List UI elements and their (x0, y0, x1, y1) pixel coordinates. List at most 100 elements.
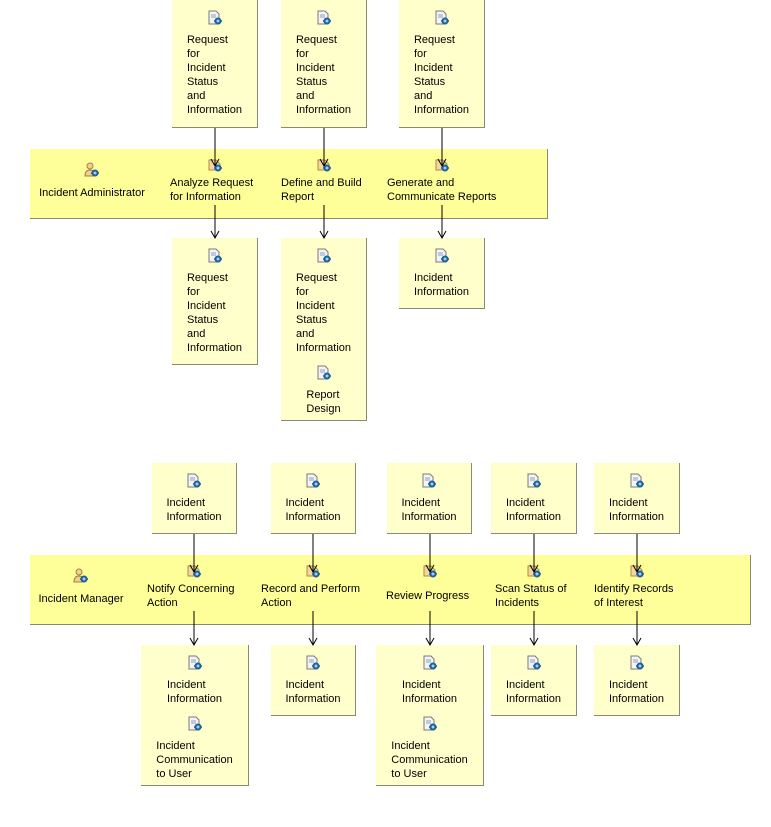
arrow-head (319, 230, 329, 240)
artifact-label: Report Design (306, 389, 341, 415)
artifact-icon (628, 473, 646, 492)
artifact-icon (186, 655, 204, 674)
artifact-label: Request for Incident Status and Informat… (295, 34, 352, 116)
role-label: Incident Administrator (39, 187, 145, 199)
artifact-item[interactable]: Incident Information (271, 473, 355, 524)
activity-label: Scan Status of Incidents (495, 583, 567, 609)
activity-icon (434, 157, 452, 177)
activity-node[interactable]: Analyze Request for Information (170, 157, 253, 204)
output-artifact-box[interactable]: Incident Information (594, 645, 680, 716)
activity-icon (305, 563, 323, 583)
artifact-label: Incident Information (505, 497, 562, 523)
input-artifact-box[interactable]: Incident Information (491, 463, 577, 534)
artifact-item[interactable]: Incident Communication to User (141, 716, 248, 781)
artifact-icon (304, 655, 322, 674)
output-artifact-box[interactable]: Incident Information Incident Communicat… (141, 645, 249, 786)
artifact-icon (186, 716, 204, 735)
artifact-item[interactable]: Request for Incident Status and Informat… (172, 10, 257, 117)
output-artifact-box[interactable]: Incident Information (399, 238, 485, 309)
activity-label: Generate and Communicate Reports (387, 177, 497, 203)
artifact-item[interactable]: Incident Information (399, 248, 484, 299)
artifact-label: Request for Incident Status and Informat… (186, 34, 243, 116)
activity-label: Define and Build Report (281, 177, 362, 203)
artifact-item[interactable]: Incident Communication to User (376, 716, 483, 781)
artifact-icon (206, 10, 224, 29)
artifact-label: Incident Information (413, 272, 470, 298)
role-node[interactable]: Incident Manager (21, 568, 141, 606)
output-artifact-box[interactable]: Request for Incident Status and Informat… (172, 238, 258, 365)
activity-icon (316, 157, 334, 177)
activity-icon (629, 563, 647, 583)
activity-icon (207, 157, 225, 177)
artifact-label: Incident Information (401, 497, 457, 523)
activity-node[interactable]: Record and Perform Action (261, 563, 360, 610)
artifact-icon (421, 655, 439, 674)
activity-node[interactable]: Notify Concerning Action (147, 563, 234, 610)
input-artifact-box[interactable]: Request for Incident Status and Informat… (172, 0, 258, 128)
output-artifact-box[interactable]: Request for Incident Status and Informat… (281, 238, 367, 421)
output-artifact-box[interactable]: Incident Information Incident Communicat… (376, 645, 484, 786)
role-node[interactable]: Incident Administrator (32, 162, 152, 200)
artifact-label: Incident Information (166, 497, 222, 523)
artifact-icon (421, 716, 439, 735)
artifact-label: Incident Communication to User (391, 740, 468, 780)
input-artifact-box[interactable]: Request for Incident Status and Informat… (399, 0, 485, 128)
artifact-item[interactable]: Incident Information (152, 473, 236, 524)
arrow-head (425, 637, 435, 647)
artifact-label: Request for Incident Status and Informat… (413, 34, 470, 116)
activity-icon (526, 563, 544, 583)
artifact-item[interactable]: Incident Information (141, 655, 248, 706)
artifact-label: Incident Information (401, 679, 458, 705)
arrow-head (632, 637, 642, 647)
artifact-icon (525, 655, 543, 674)
artifact-item[interactable]: Request for Incident Status and Informat… (172, 248, 257, 355)
artifact-label: Incident Communication to User (156, 740, 233, 780)
artifact-item[interactable]: Incident Information (271, 655, 355, 706)
artifact-icon (206, 248, 224, 267)
artifact-item[interactable]: Incident Information (594, 473, 679, 524)
artifact-item[interactable]: Request for Incident Status and Informat… (399, 10, 484, 117)
artifact-item[interactable]: Report Design (281, 365, 366, 416)
activity-node[interactable]: Review Progress (386, 563, 469, 603)
artifact-icon (315, 248, 333, 267)
input-artifact-box[interactable]: Request for Incident Status and Informat… (281, 0, 367, 128)
activity-node[interactable]: Scan Status of Incidents (495, 563, 567, 610)
input-artifact-box[interactable]: Incident Information (594, 463, 680, 534)
artifact-item[interactable]: Request for Incident Status and Informat… (281, 10, 366, 117)
artifact-item[interactable]: Incident Information (491, 473, 576, 524)
input-artifact-box[interactable]: Incident Information (271, 463, 356, 534)
artifact-icon (433, 10, 451, 29)
artifact-item[interactable]: Incident Information (376, 655, 483, 706)
arrow-head (437, 230, 447, 240)
artifact-label: Incident Information (166, 679, 223, 705)
artifact-icon (315, 10, 333, 29)
arrow-head (210, 230, 220, 240)
artifact-icon (628, 655, 646, 674)
artifact-item[interactable]: Request for Incident Status and Informat… (281, 248, 366, 355)
role-icon (21, 568, 141, 588)
activity-icon (186, 563, 204, 583)
artifact-label: Incident Information (505, 679, 562, 705)
output-artifact-box[interactable]: Incident Information (491, 645, 577, 716)
activity-node[interactable]: Define and Build Report (281, 157, 362, 204)
artifact-label: Request for Incident Status and Informat… (186, 272, 243, 354)
artifact-label: Incident Information (285, 497, 341, 523)
input-artifact-box[interactable]: Incident Information (387, 463, 472, 534)
activity-node[interactable]: Generate and Communicate Reports (387, 157, 496, 204)
artifact-icon (525, 473, 543, 492)
artifact-icon (420, 473, 438, 492)
output-artifact-box[interactable]: Incident Information (271, 645, 356, 716)
activity-label: Identify Records of Interest (594, 583, 674, 609)
activity-label: Notify Concerning Action (147, 583, 235, 609)
artifact-item[interactable]: Incident Information (491, 655, 576, 706)
role-icon (32, 162, 152, 182)
artifact-item[interactable]: Incident Information (594, 655, 679, 706)
activity-label: Analyze Request for Information (170, 177, 254, 203)
activity-label: Review Progress (386, 590, 470, 602)
activity-label: Record and Perform Action (261, 583, 361, 609)
input-artifact-box[interactable]: Incident Information (152, 463, 237, 534)
activity-node[interactable]: Identify Records of Interest (594, 563, 673, 610)
arrow-head (189, 637, 199, 647)
arrow-head (308, 637, 318, 647)
artifact-item[interactable]: Incident Information (387, 473, 471, 524)
